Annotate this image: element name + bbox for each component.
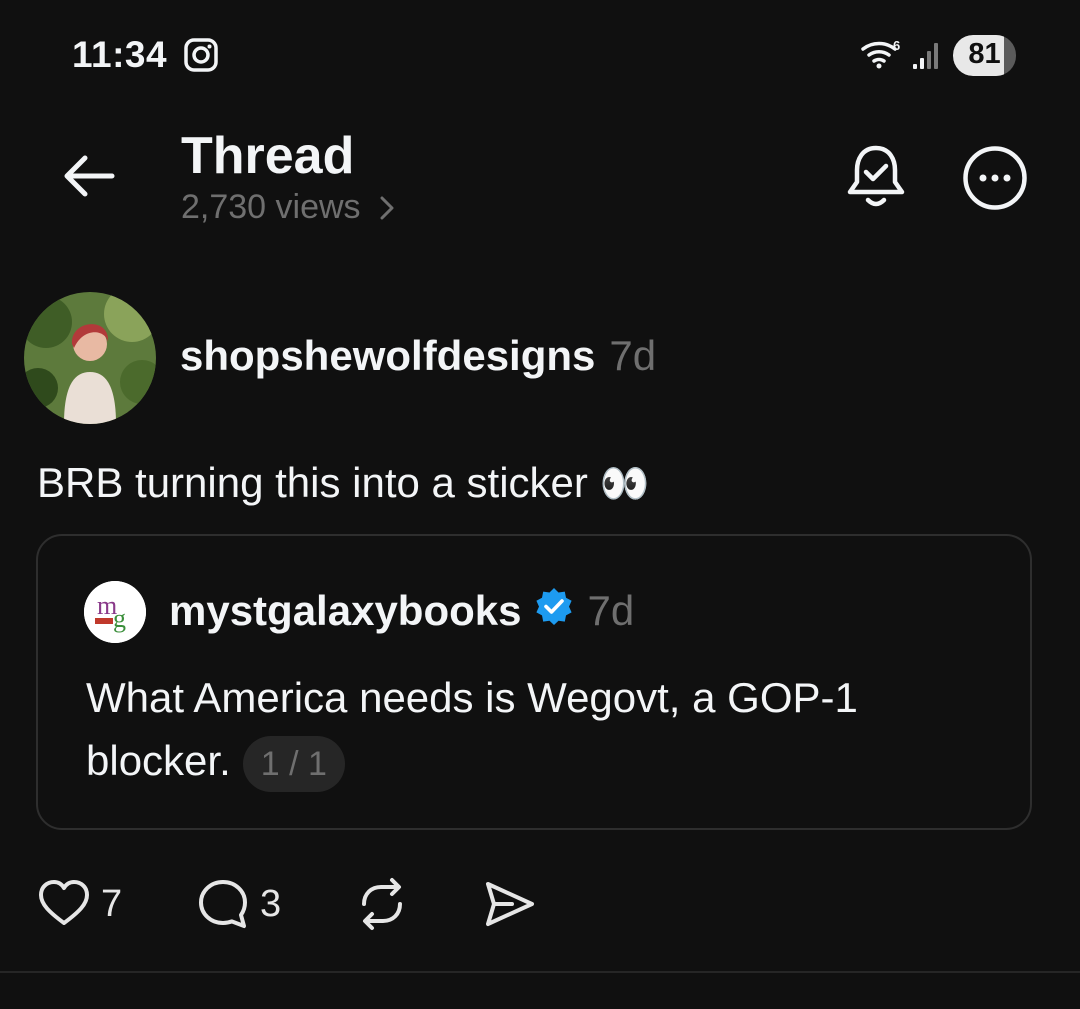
share-button[interactable] [482,872,538,936]
post-author: shopshewolfdesigns 7d [180,332,656,380]
reply-count: 3 [260,882,282,925]
comment-icon [199,880,247,928]
signal-icon [912,40,942,75]
reply-button[interactable]: 3 [196,872,281,936]
views-count: 2,730 views [181,188,361,226]
quote-username[interactable]: mystgalaxybooks [169,587,522,635]
more-icon[interactable] [962,145,1028,216]
wifi-icon: 6 [860,38,904,75]
quote-avatar[interactable]: m g [84,581,146,643]
battery-level: 81 [968,38,1001,70]
back-arrow-icon[interactable] [58,146,118,211]
eyes-emoji: 👀 [599,461,650,506]
quote-author: mystgalaxybooks 7d [169,586,634,636]
quote-age: 7d [587,587,635,634]
network-label: 6 [893,38,900,53]
bell-check-icon[interactable] [844,142,908,217]
quote-body: What America needs is Wegovt, a GOP-1 bl… [86,674,858,784]
instagram-icon [184,38,218,77]
status-time: 11:34 [72,34,168,75]
page-title: Thread [181,127,355,185]
chevron-right-icon [380,196,394,219]
heart-icon [39,880,89,925]
quote-avatar-g: g [113,604,126,633]
action-bar: 7 3 [0,872,1080,936]
repost-button[interactable] [354,872,410,936]
quote-counter: 1 / 1 [242,735,345,792]
quote-text: What America needs is Wegovt, a GOP-1 bl… [86,666,986,792]
post-username[interactable]: shopshewolfdesigns [180,332,595,380]
post-age: 7d [609,332,657,379]
like-count: 7 [101,882,123,925]
share-icon [486,882,534,926]
status-bar: 11:34 6 81 [0,0,1080,110]
quoted-post-card[interactable]: m g mystgalaxybooks 7d What America need… [36,534,1032,830]
divider [0,971,1080,973]
post-text: BRB turning this into a sticker 👀 [37,459,650,507]
views-link[interactable]: 2,730 views [181,188,395,227]
verified-badge-icon [534,586,574,636]
like-button[interactable]: 7 [37,872,122,936]
post-body: BRB turning this into a sticker [37,459,588,506]
avatar[interactable] [24,292,156,424]
battery-icon: 81 [953,35,1016,76]
repost-icon [362,878,402,930]
